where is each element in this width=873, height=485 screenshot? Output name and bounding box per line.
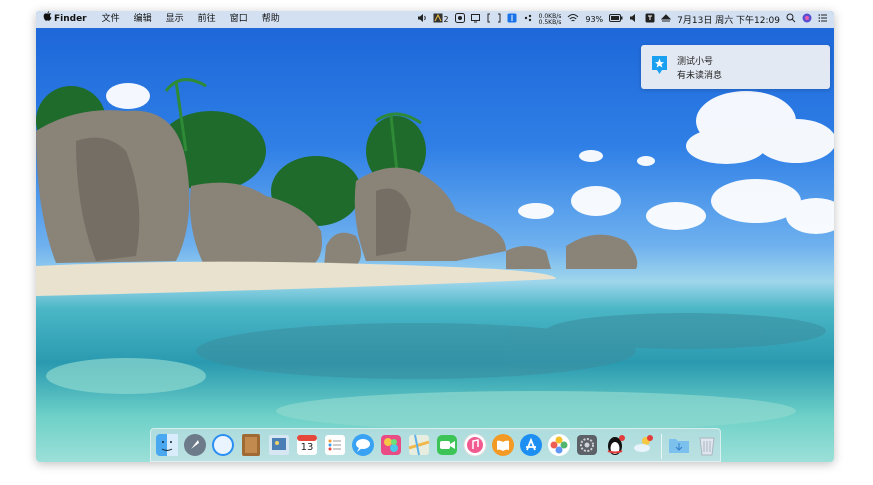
- battery-percent: 93%: [585, 15, 604, 24]
- calendar-day: 13: [300, 442, 314, 453]
- menu-go[interactable]: 前往: [191, 11, 223, 28]
- notification-body: 有未读消息: [677, 71, 723, 81]
- safari-icon[interactable]: [211, 433, 235, 457]
- eject-icon[interactable]: [661, 13, 672, 26]
- menu-file[interactable]: 文件: [95, 11, 127, 28]
- wifi-icon[interactable]: [567, 13, 579, 26]
- badge-app-status[interactable]: 2: [433, 13, 449, 26]
- app-name-menu[interactable]: Finder: [50, 11, 95, 28]
- toggle-icon[interactable]: [507, 13, 517, 26]
- photo-booth-icon[interactable]: [379, 433, 403, 457]
- menu-window[interactable]: 窗口: [223, 11, 255, 28]
- notification-center-icon[interactable]: [818, 13, 828, 26]
- qq-star-icon: [651, 55, 668, 75]
- dock: 13: [150, 428, 721, 462]
- reminders-icon[interactable]: [323, 433, 347, 457]
- trash-icon[interactable]: [695, 433, 719, 457]
- network-speed: 0.0KB/s 0.5KB/s: [538, 13, 562, 26]
- app-store-icon[interactable]: [519, 433, 543, 457]
- notes-book-icon[interactable]: [239, 433, 263, 457]
- notification-title: 测试小号: [677, 57, 714, 67]
- app-status-icon: [433, 13, 443, 26]
- facetime-icon[interactable]: [435, 433, 459, 457]
- finder-icon[interactable]: [155, 433, 179, 457]
- status-area: 2 0.0KB/s 0.5KB/s 93% 7月13日 周六 下午12:09: [417, 11, 828, 28]
- launchpad-icon[interactable]: [183, 433, 207, 457]
- calendar-icon[interactable]: 13: [295, 433, 319, 457]
- input-method-icon[interactable]: [645, 13, 655, 26]
- battery-icon[interactable]: [609, 14, 623, 25]
- desktop-screen: Finder 文件 编辑 显示 前往 窗口 帮助 2 0.0KB/s 0.5KB…: [36, 11, 834, 462]
- notification-banner[interactable]: 测试小号 有未读消息: [641, 45, 830, 89]
- qq-penguin-icon[interactable]: [603, 433, 627, 457]
- music-icon[interactable]: [463, 433, 487, 457]
- volume-icon[interactable]: [629, 13, 639, 26]
- clock[interactable]: 7月13日 周六 下午12:09: [677, 13, 780, 26]
- photos-icon[interactable]: [547, 433, 571, 457]
- siri-icon[interactable]: [802, 13, 812, 26]
- dots-icon[interactable]: [523, 13, 533, 26]
- menu-view[interactable]: 显示: [159, 11, 191, 28]
- messages-icon[interactable]: [351, 433, 375, 457]
- app-status-badge: 2: [443, 15, 449, 24]
- settings-square-icon[interactable]: [454, 13, 465, 26]
- menu-bar: Finder 文件 编辑 显示 前往 窗口 帮助 2 0.0KB/s 0.5KB…: [36, 11, 834, 28]
- dock-separator: [661, 434, 662, 459]
- weather-icon[interactable]: [631, 433, 655, 457]
- bracket-icon[interactable]: [487, 13, 501, 26]
- system-preferences-icon[interactable]: [575, 433, 599, 457]
- search-icon[interactable]: [786, 13, 796, 26]
- apple-logo-icon[interactable]: [36, 11, 52, 28]
- speaker-icon[interactable]: [417, 13, 427, 26]
- menu-help[interactable]: 帮助: [255, 11, 287, 28]
- preview-icon[interactable]: [267, 433, 291, 457]
- display-icon[interactable]: [470, 13, 481, 26]
- books-icon[interactable]: [491, 433, 515, 457]
- menu-edit[interactable]: 编辑: [127, 11, 159, 28]
- downloads-folder-icon[interactable]: [667, 433, 691, 457]
- maps-icon[interactable]: [407, 433, 431, 457]
- net-down-rate: 0.5KB/s: [538, 18, 562, 26]
